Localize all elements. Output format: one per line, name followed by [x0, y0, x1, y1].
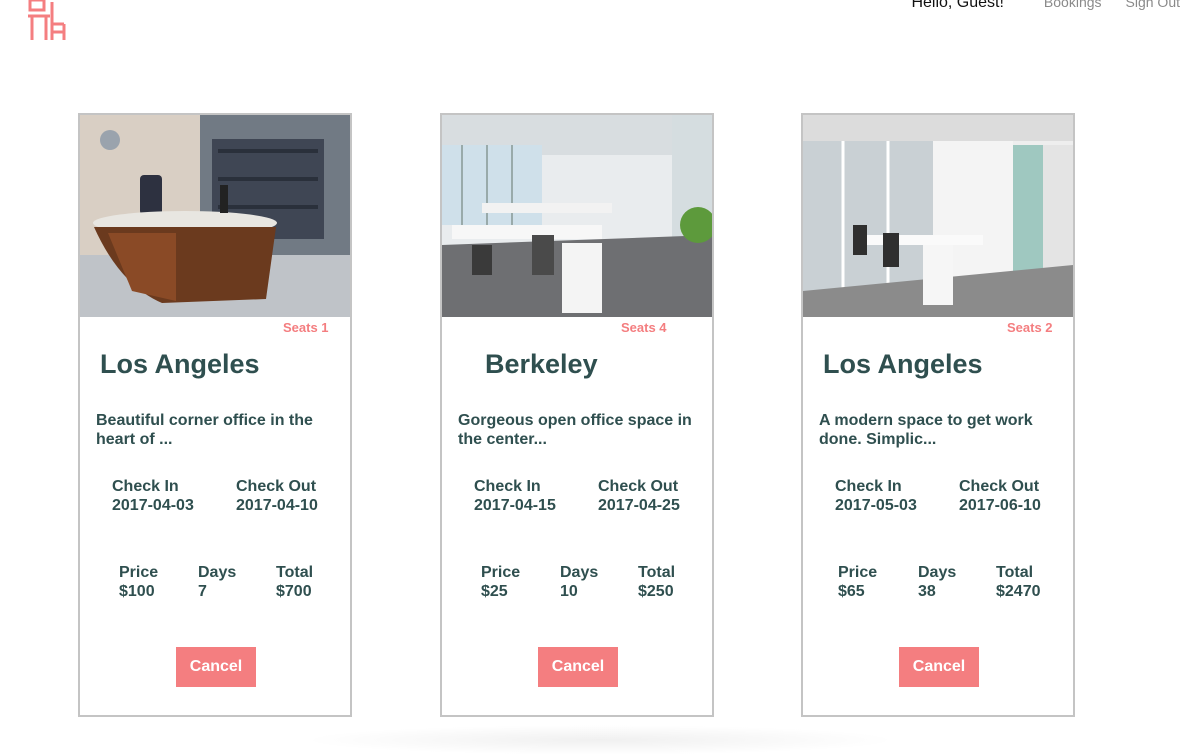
- office-photo-open: [442, 115, 712, 317]
- check-in-group: Check In 2017-04-03: [112, 477, 194, 515]
- description-text: Gorgeous open office space in the center…: [458, 412, 692, 448]
- office-photo-modern: [803, 115, 1073, 317]
- price-group: Price $100: [119, 563, 158, 601]
- description-text: A modern space to get work done. Simplic…: [819, 412, 1033, 448]
- price-group: Price $65: [838, 563, 877, 601]
- total-value: $700: [276, 583, 312, 600]
- total-label: Total: [276, 564, 314, 581]
- check-out-label: Check Out: [598, 478, 679, 495]
- check-out-label: Check Out: [959, 478, 1040, 495]
- total-label: Total: [638, 564, 676, 581]
- check-out-label: Check Out: [236, 478, 317, 495]
- check-in-group: Check In 2017-04-15: [474, 477, 556, 515]
- logo-desk-chair-icon[interactable]: [26, 0, 68, 42]
- days-label: Days: [198, 564, 237, 581]
- days-label: Days: [918, 564, 957, 581]
- cancel-button[interactable]: Cancel: [176, 647, 256, 687]
- price-label: Price: [838, 564, 878, 581]
- total-group: Total $2470: [996, 563, 1041, 601]
- check-in-label: Check In: [474, 478, 541, 495]
- booking-card: Seats 4 Berkeley Gorgeous open office sp…: [440, 113, 714, 717]
- days-value: 10: [560, 583, 578, 600]
- check-in-date: 2017-04-03: [112, 497, 194, 514]
- seats-badge: Seats 2: [1007, 320, 1053, 335]
- booking-card: Seats 2 Los Angeles A modern space to ge…: [801, 113, 1075, 717]
- greeting-text: Hello, Guest!: [911, 0, 1004, 11]
- check-in-label: Check In: [835, 478, 902, 495]
- city-title: Berkeley: [485, 349, 598, 379]
- days-value: 7: [198, 583, 207, 600]
- days-group: Days 10: [560, 563, 598, 601]
- check-out-group: Check Out 2017-04-25: [598, 477, 680, 515]
- description-text: Beautiful corner office in the heart of …: [96, 412, 313, 448]
- check-out-group: Check Out 2017-04-10: [236, 477, 318, 515]
- check-in-group: Check In 2017-05-03: [835, 477, 917, 515]
- days-group: Days 38: [918, 563, 956, 601]
- booking-card: Seats 1 Los Angeles Beautiful corner off…: [78, 113, 352, 717]
- seats-badge: Seats 4: [621, 320, 667, 335]
- cancel-button[interactable]: Cancel: [899, 647, 979, 687]
- price-value: $100: [119, 583, 155, 600]
- total-group: Total $700: [276, 563, 313, 601]
- check-in-label: Check In: [112, 478, 179, 495]
- total-label: Total: [996, 564, 1034, 581]
- nav-link-bookings[interactable]: Bookings: [1044, 0, 1102, 10]
- total-value: $250: [638, 583, 674, 600]
- city-title: Los Angeles: [100, 349, 260, 379]
- check-in-date: 2017-05-03: [835, 497, 917, 514]
- check-out-date: 2017-04-10: [236, 497, 318, 514]
- days-group: Days 7: [198, 563, 236, 601]
- nav-link-sign-out[interactable]: Sign Out: [1126, 0, 1180, 10]
- price-value: $65: [838, 583, 865, 600]
- cancel-button[interactable]: Cancel: [538, 647, 618, 687]
- check-in-date: 2017-04-15: [474, 497, 556, 514]
- days-value: 38: [918, 583, 936, 600]
- bottom-shadow: [300, 725, 900, 755]
- days-label: Days: [560, 564, 599, 581]
- price-label: Price: [481, 564, 521, 581]
- total-value: $2470: [996, 583, 1041, 600]
- total-group: Total $250: [638, 563, 675, 601]
- price-label: Price: [119, 564, 159, 581]
- price-value: $25: [481, 583, 508, 600]
- check-out-group: Check Out 2017-06-10: [959, 477, 1041, 515]
- check-out-date: 2017-04-25: [598, 497, 680, 514]
- top-nav: Hello, Guest! Bookings Sign Out: [911, 0, 1180, 12]
- seats-badge: Seats 1: [283, 320, 329, 335]
- check-out-date: 2017-06-10: [959, 497, 1041, 514]
- city-title: Los Angeles: [823, 349, 983, 379]
- office-photo-corner: [80, 115, 350, 317]
- price-group: Price $25: [481, 563, 520, 601]
